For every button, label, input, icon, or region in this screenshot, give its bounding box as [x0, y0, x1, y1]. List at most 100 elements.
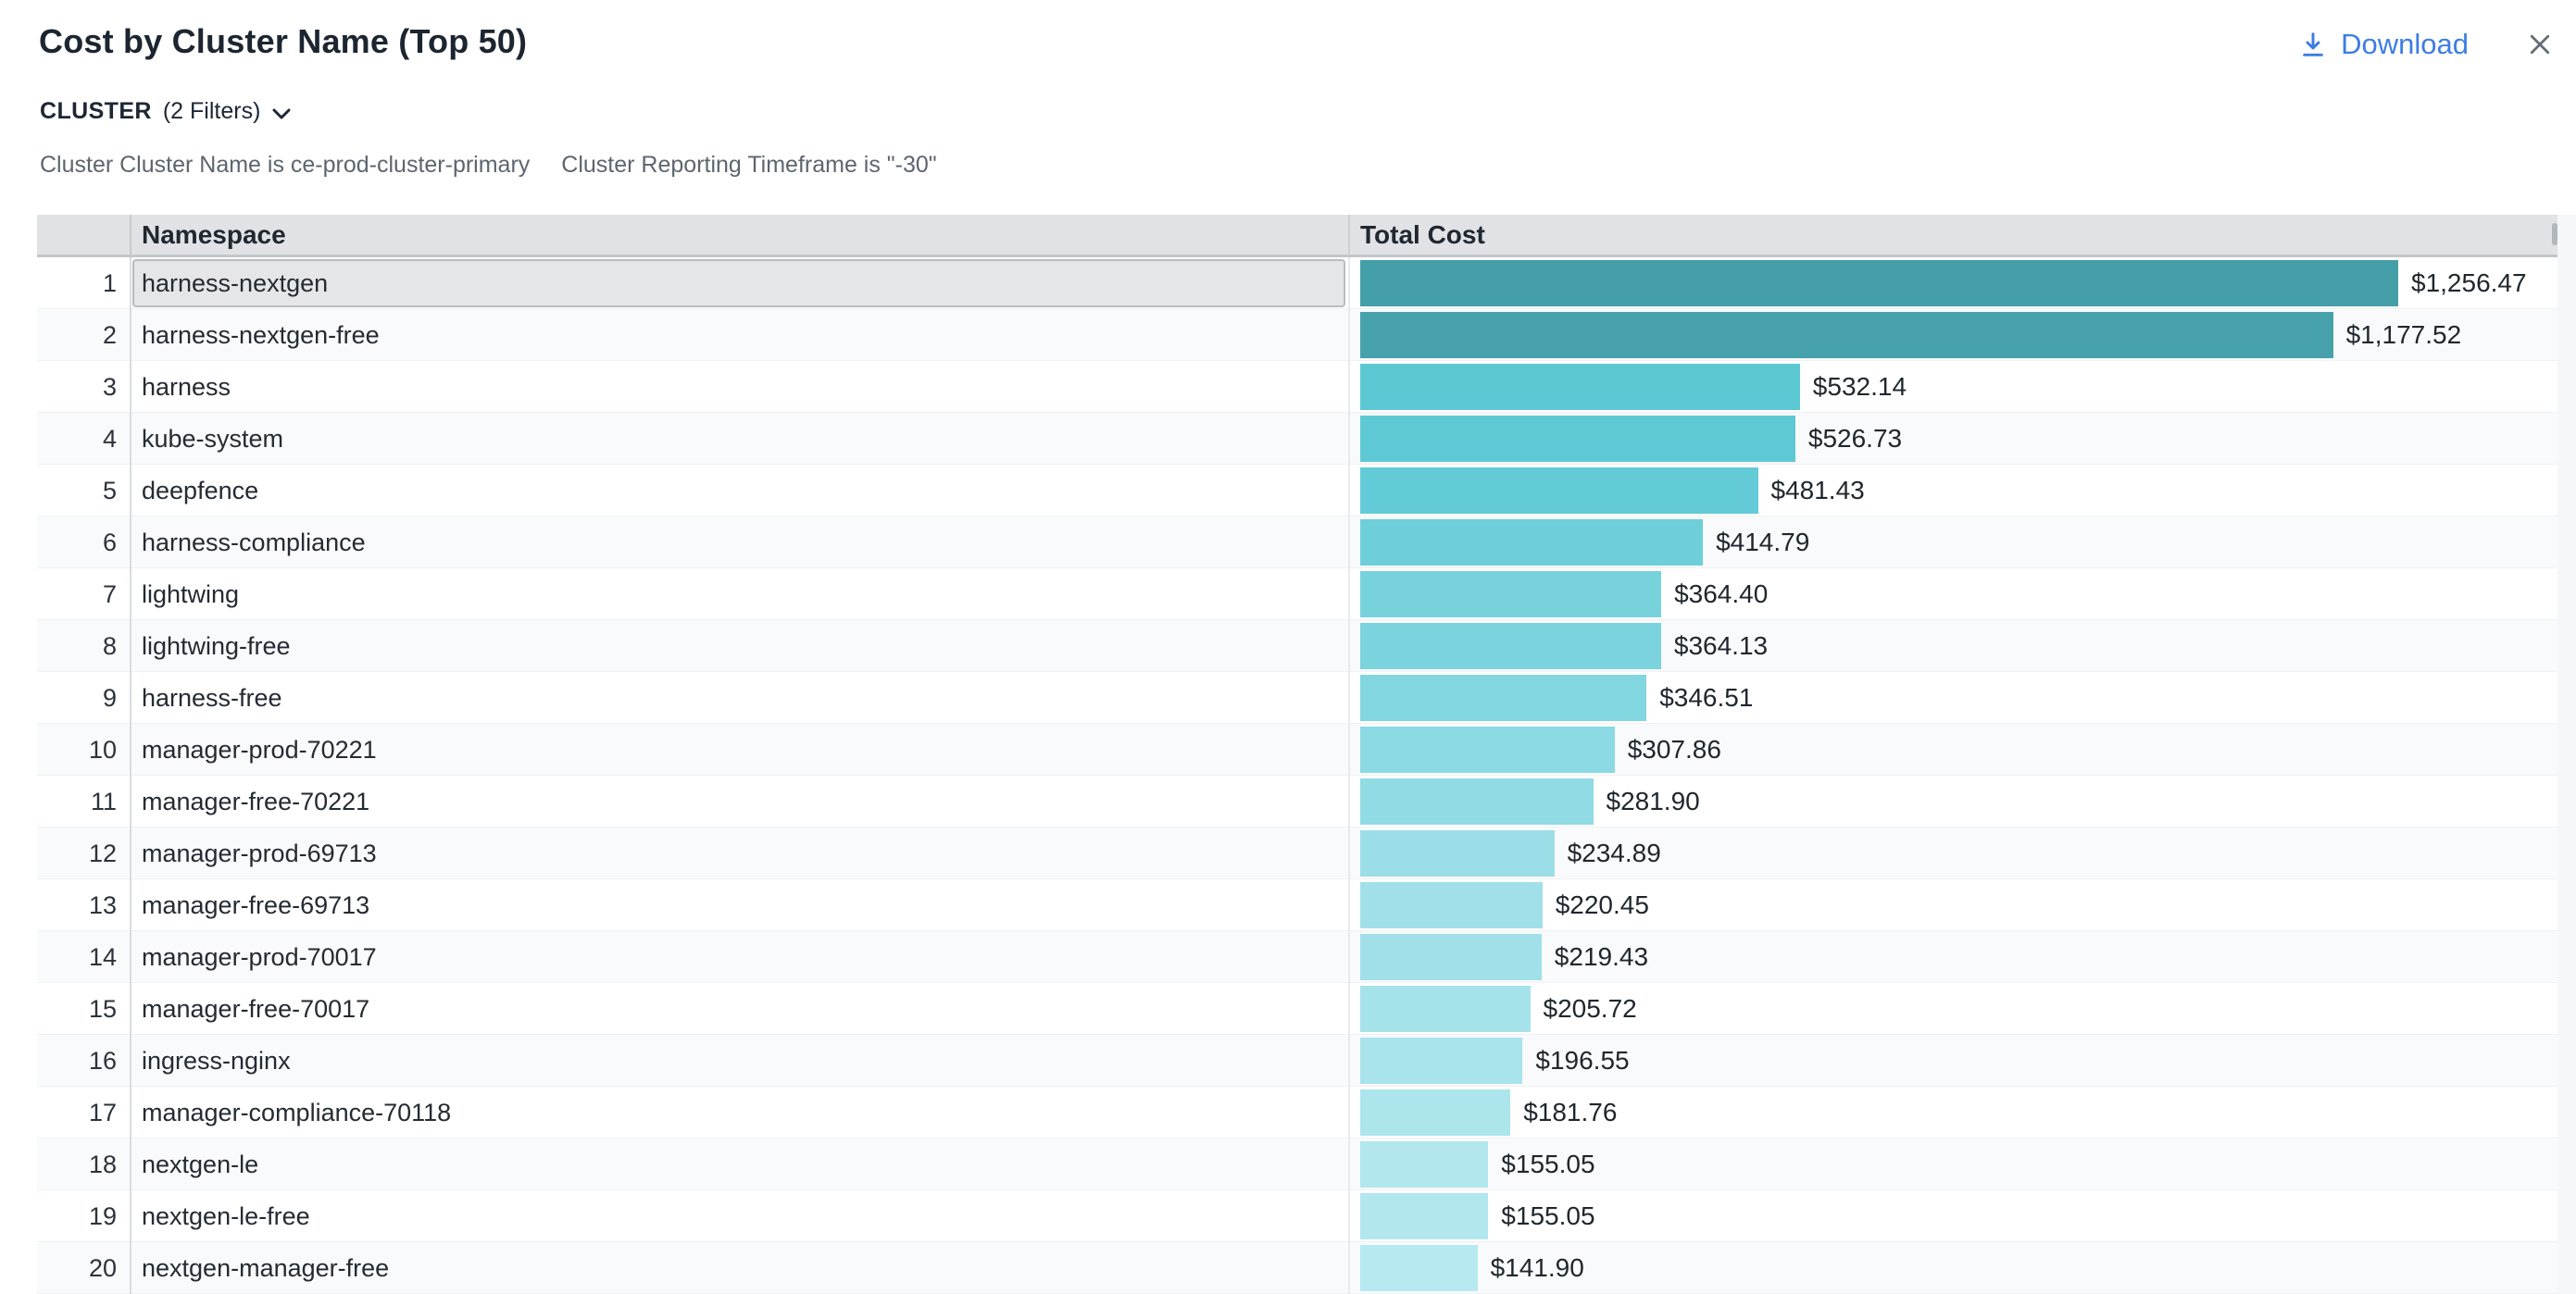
total-cost-cell: $307.86 — [1350, 724, 2557, 776]
namespace-cell[interactable]: manager-free-70017 — [132, 985, 1345, 1033]
cost-bar — [1360, 830, 1555, 877]
namespace-label: ingress-nginx — [142, 1047, 291, 1076]
cost-value: $205.72 — [1544, 994, 1637, 1024]
namespace-cell[interactable]: harness-free — [132, 674, 1345, 722]
namespace-cell[interactable]: manager-compliance-70118 — [132, 1089, 1345, 1137]
cost-bar — [1360, 260, 2398, 306]
header-actions: Download — [2298, 28, 2554, 61]
total-cost-cell: $205.72 — [1350, 983, 2557, 1035]
page-title: Cost by Cluster Name (Top 50) — [39, 22, 527, 61]
namespace-cell[interactable]: kube-system — [132, 415, 1345, 463]
cost-value: $155.05 — [1501, 1150, 1594, 1179]
scrollbar-thumb[interactable] — [2552, 223, 2557, 245]
row-rank: 4 — [37, 413, 131, 465]
total-cost-cell: $181.76 — [1350, 1087, 2557, 1138]
cost-by-cluster-panel: Cost by Cluster Name (Top 50) Download C… — [0, 0, 2576, 1294]
namespace-cell[interactable]: lightwing — [132, 570, 1345, 618]
namespace-label: lightwing — [142, 580, 239, 609]
namespace-cell[interactable]: manager-prod-69713 — [132, 829, 1345, 877]
table-row[interactable]: 5 deepfence $481.43 — [37, 465, 2557, 516]
cost-value: $1,256.47 — [2411, 268, 2527, 298]
namespace-label: lightwing-free — [142, 632, 291, 661]
namespace-cell[interactable]: harness-nextgen-free — [132, 311, 1345, 359]
total-cost-cell: $414.79 — [1350, 516, 2557, 568]
namespace-cell[interactable]: nextgen-le-free — [132, 1192, 1345, 1240]
table-row[interactable]: 3 harness $532.14 — [37, 361, 2557, 413]
namespace-cell[interactable]: harness-compliance — [132, 518, 1345, 566]
table-row[interactable]: 19 nextgen-le-free $155.05 — [37, 1190, 2557, 1242]
table-row[interactable]: 1 harness-nextgen $1,256.47 — [37, 257, 2557, 309]
table-row[interactable]: 13 manager-free-69713 $220.45 — [37, 879, 2557, 931]
close-button[interactable] — [2526, 31, 2554, 58]
column-header-total-cost[interactable]: Total Cost — [1350, 215, 2557, 255]
namespace-cell[interactable]: harness — [132, 363, 1345, 411]
total-cost-cell: $364.40 — [1350, 568, 2557, 620]
namespace-label: nextgen-le — [142, 1151, 258, 1179]
cost-value: $414.79 — [1716, 528, 1809, 557]
download-button[interactable]: Download — [2298, 28, 2469, 61]
row-rank: 18 — [37, 1138, 131, 1190]
namespace-cell[interactable]: nextgen-manager-free — [132, 1244, 1345, 1292]
row-rank: 10 — [37, 724, 131, 776]
table-row[interactable]: 14 manager-prod-70017 $219.43 — [37, 931, 2557, 983]
row-rank: 7 — [37, 568, 131, 620]
cost-bar — [1360, 1038, 1522, 1084]
cost-value: $364.13 — [1674, 631, 1768, 661]
filter-item-reporting-timeframe: Cluster Reporting Timeframe is "-30" — [561, 152, 936, 179]
namespace-label: deepfence — [142, 477, 258, 505]
namespace-label: harness-nextgen-free — [142, 321, 380, 350]
namespace-label: nextgen-manager-free — [142, 1254, 389, 1283]
table-row[interactable]: 2 harness-nextgen-free $1,177.52 — [37, 309, 2557, 361]
namespace-cell[interactable]: manager-free-70221 — [132, 778, 1345, 826]
namespace-label: manager-free-70221 — [142, 788, 369, 816]
cost-bar — [1360, 364, 1800, 410]
namespace-cell[interactable]: ingress-nginx — [132, 1037, 1345, 1085]
table-row[interactable]: 17 manager-compliance-70118 $181.76 — [37, 1087, 2557, 1138]
namespace-cell[interactable]: lightwing-free — [132, 622, 1345, 670]
namespace-cell[interactable]: manager-free-69713 — [132, 881, 1345, 929]
cost-bar — [1360, 571, 1661, 617]
cost-bar — [1360, 882, 1543, 928]
table-row[interactable]: 6 harness-compliance $414.79 — [37, 516, 2557, 568]
namespace-label: manager-compliance-70118 — [142, 1099, 451, 1127]
row-rank: 6 — [37, 516, 131, 568]
table-row[interactable]: 11 manager-free-70221 $281.90 — [37, 776, 2557, 827]
table-body: 1 harness-nextgen $1,256.47 2 harness-ne… — [37, 257, 2557, 1294]
row-rank: 2 — [37, 309, 131, 361]
table-row[interactable]: 16 ingress-nginx $196.55 — [37, 1035, 2557, 1087]
total-cost-cell: $155.05 — [1350, 1190, 2557, 1242]
namespace-cell[interactable]: manager-prod-70221 — [132, 726, 1345, 774]
cost-bar — [1360, 416, 1795, 462]
table-header-row: Namespace Total Cost — [37, 215, 2557, 257]
row-rank: 8 — [37, 620, 131, 672]
table-row[interactable]: 20 nextgen-manager-free $141.90 — [37, 1242, 2557, 1294]
cost-bar — [1360, 675, 1646, 721]
table-row[interactable]: 4 kube-system $526.73 — [37, 413, 2557, 465]
table-row[interactable]: 9 harness-free $346.51 — [37, 672, 2557, 724]
filter-count-label: (2 Filters) — [163, 98, 261, 125]
cost-value: $196.55 — [1535, 1046, 1629, 1076]
cluster-filters-toggle[interactable]: CLUSTER (2 Filters) — [40, 98, 292, 125]
namespace-cell[interactable]: nextgen-le — [132, 1140, 1345, 1188]
namespace-cell[interactable]: manager-prod-70017 — [132, 933, 1345, 981]
cost-value: $481.43 — [1771, 476, 1865, 505]
table-row[interactable]: 8 lightwing-free $364.13 — [37, 620, 2557, 672]
namespace-label: harness-free — [142, 684, 282, 713]
cost-bar — [1360, 1089, 1510, 1136]
column-header-namespace[interactable]: Namespace — [131, 215, 1350, 255]
table-row[interactable]: 7 lightwing $364.40 — [37, 568, 2557, 620]
table-row[interactable]: 18 nextgen-le $155.05 — [37, 1138, 2557, 1190]
namespace-cell[interactable]: deepfence — [132, 467, 1345, 515]
cost-bar — [1360, 778, 1594, 825]
table-row[interactable]: 15 manager-free-70017 $205.72 — [37, 983, 2557, 1035]
row-rank: 12 — [37, 827, 131, 879]
cost-bar — [1360, 1141, 1488, 1188]
namespace-cell[interactable]: harness-nextgen — [132, 259, 1345, 307]
namespace-label: nextgen-le-free — [142, 1202, 310, 1231]
table-row[interactable]: 12 manager-prod-69713 $234.89 — [37, 827, 2557, 879]
namespace-label: harness-compliance — [142, 529, 366, 557]
row-rank: 11 — [37, 776, 131, 827]
table-row[interactable]: 10 manager-prod-70221 $307.86 — [37, 724, 2557, 776]
cost-value: $155.05 — [1501, 1201, 1594, 1231]
total-cost-cell: $532.14 — [1350, 361, 2557, 413]
